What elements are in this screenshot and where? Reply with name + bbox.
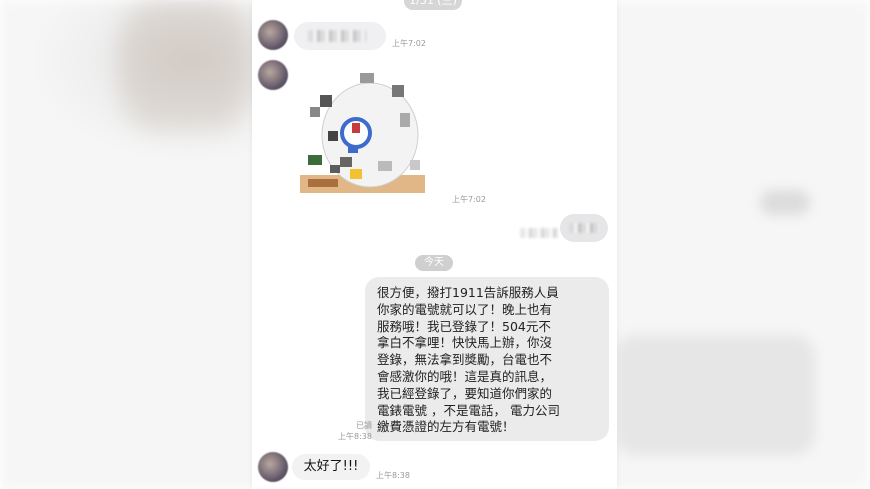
read-receipt: 已讀 [356,421,372,430]
sticker-image[interactable] [300,65,435,200]
message-timestamp: 上午8:38 [376,471,410,480]
message-line: 我已經登錄了，要知道你們家的 [377,385,553,401]
message-line: 會感激你的哦！這是真的訊息， [377,368,553,384]
censored-text [308,30,366,42]
censored-text [569,223,599,233]
message-timestamp: 上午7:02 [452,195,486,204]
contact-avatar[interactable] [258,60,288,90]
outgoing-long-message-bubble[interactable]: 很方便，撥打1911告訴服務人員 你家的電號就可以了！晚上也有 服務哦！我已登錄… [365,277,609,441]
contact-avatar[interactable] [258,452,288,482]
pixelated-sticker-icon [300,73,425,193]
message-timestamp: 上午8:38 [338,432,372,441]
message-line: 繳費憑證的左方有電號！ [377,419,515,435]
background-ghost-bubble [760,190,810,215]
message-line: 拿白不拿哩！快快馬上辦，你沒 [377,335,553,351]
date-separator: 1/31 (三) [404,0,462,10]
outgoing-message-bubble[interactable] [560,214,608,242]
contact-avatar[interactable] [258,20,288,50]
incoming-message-bubble[interactable] [294,22,386,50]
message-line: 電錶電號 ，不是電話， 電力公司 [377,402,560,418]
message-line: 很方便，撥打1911告訴服務人員 [377,285,559,300]
chat-panel[interactable]: 1/31 (三) 上午7:02 上午7:02 今天 很方便，撥打1911告訴服務… [252,0,617,489]
censored-outgoing-prefix [520,228,558,238]
background-ghost-text [615,335,815,455]
today-separator: 今天 [415,255,453,271]
message-timestamp: 上午7:02 [392,39,426,48]
message-line: 服務哦！我已登錄了！504元不 [377,318,551,334]
message-line: 登錄，無法拿到獎勵，台電也不 [377,352,553,368]
incoming-message-bubble[interactable]: 太好了!!! [292,454,370,480]
message-line: 你家的電號就可以了！晚上也有 [377,301,553,317]
background-ghost-image [120,0,250,130]
